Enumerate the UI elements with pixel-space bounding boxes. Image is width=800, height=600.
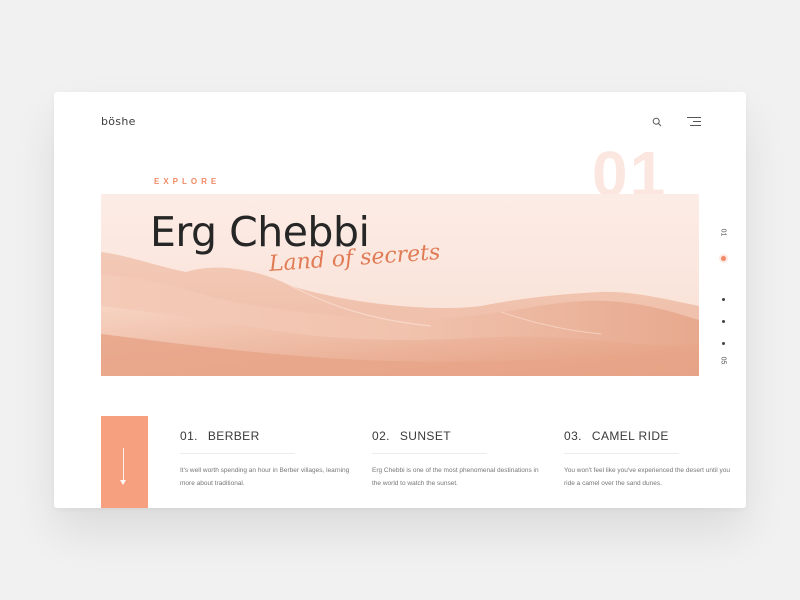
slide-number-watermark: 01 xyxy=(592,142,668,194)
divider xyxy=(564,453,679,454)
scroll-down-block[interactable] xyxy=(101,416,148,508)
feature-number: 02. xyxy=(372,429,390,443)
feature-title: SUNSET xyxy=(399,429,451,443)
brand-logo[interactable]: böshe xyxy=(101,115,136,128)
pager-dot[interactable] xyxy=(722,298,725,301)
divider xyxy=(180,453,295,454)
feature-berber[interactable]: 01. BERBER It's well worth spending an ho… xyxy=(180,429,350,490)
feature-number: 01. xyxy=(180,429,198,443)
feature-number: 03. xyxy=(564,429,582,443)
feature-description: Erg Chebbi is one of the most phenomenal… xyxy=(372,467,539,487)
feature-description: It's well worth spending an hour in Berb… xyxy=(180,467,350,487)
divider xyxy=(372,453,487,454)
pager-end-number: 05 xyxy=(719,356,727,365)
feature-heading: 01. BERBER xyxy=(180,429,350,443)
feature-description: You won't feel like you've experienced t… xyxy=(564,467,730,487)
feature-camel-ride[interactable]: 03. CAMEL RIDE You won't feel like you've… xyxy=(564,429,734,490)
pager-dot[interactable] xyxy=(722,342,725,345)
feature-title: CAMEL RIDE xyxy=(591,429,669,443)
pager-start-number: 01 xyxy=(719,228,727,237)
feature-sunset[interactable]: 02. SUNSET Erg Chebbi is one of the most … xyxy=(372,429,542,490)
explore-label[interactable]: EXPLORE xyxy=(154,177,220,186)
menu-icon[interactable] xyxy=(687,117,701,127)
landing-card: böshe 01 EXPLORE Erg Chebbi Land of secr… xyxy=(54,92,746,508)
slide-pager: 01 05 xyxy=(712,227,734,372)
search-icon[interactable] xyxy=(652,117,662,127)
feature-heading: 03. CAMEL RIDE xyxy=(564,429,734,443)
pager-dot-active[interactable] xyxy=(721,256,726,261)
feature-title: BERBER xyxy=(207,429,260,443)
arrow-down-icon xyxy=(120,448,126,485)
pager-dot[interactable] xyxy=(722,320,725,323)
feature-heading: 02. SUNSET xyxy=(372,429,542,443)
